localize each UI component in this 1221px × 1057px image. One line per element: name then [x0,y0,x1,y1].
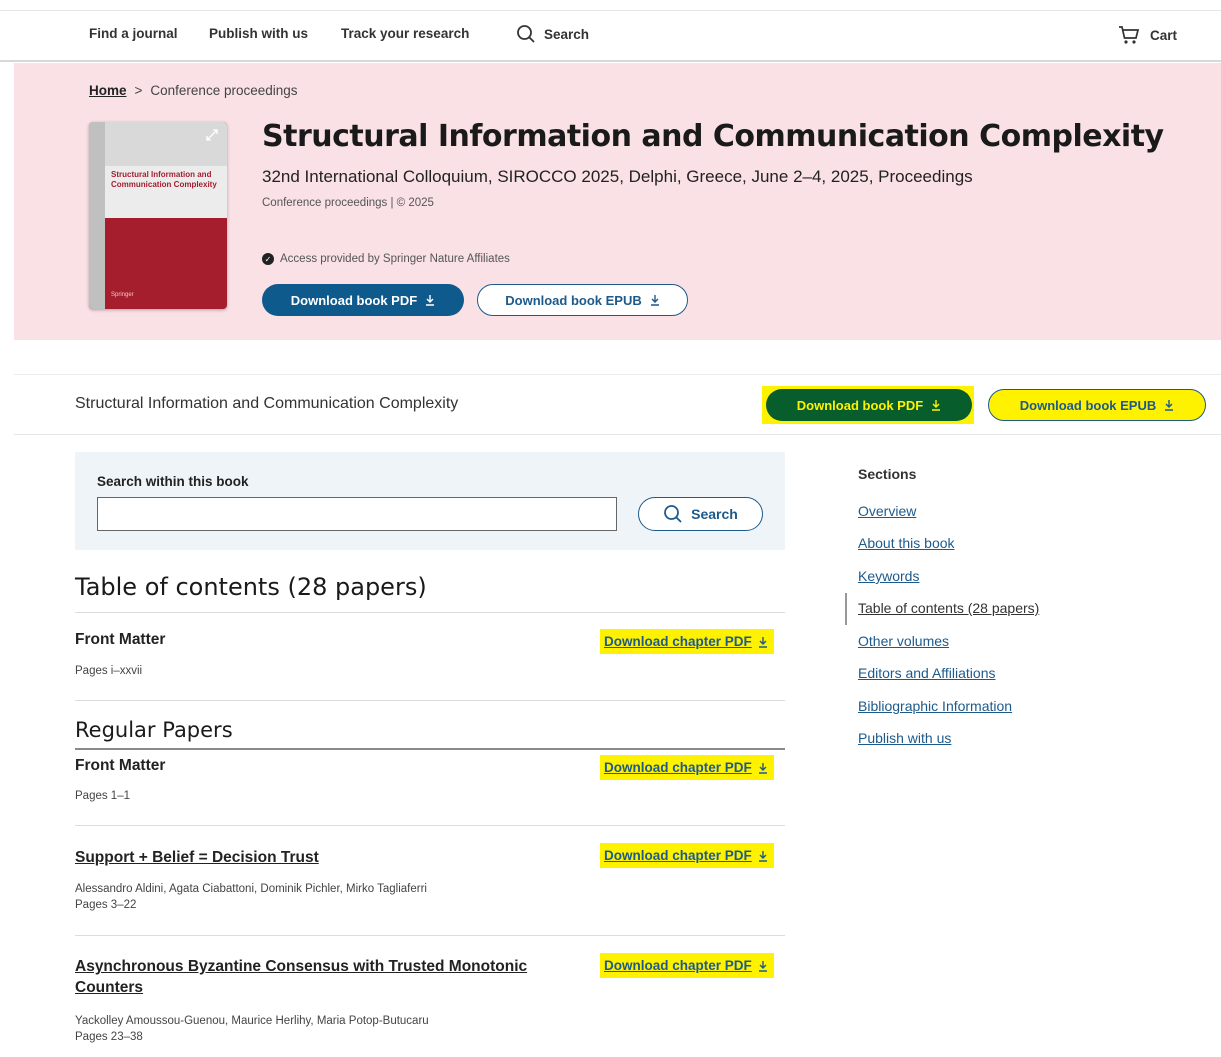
divider [75,612,785,613]
sections-heading: Sections [858,466,917,482]
section-link-editors[interactable]: Editors and Affiliations [858,665,996,681]
check-icon: ✓ [262,253,274,265]
download-chapter-pdf-link[interactable]: Download chapter PDF [600,953,774,978]
download-chapter-label: Download chapter PDF [604,634,752,649]
chapter-pages: Pages 3–22 [75,899,137,911]
section-link-bibliographic[interactable]: Bibliographic Information [858,698,1012,714]
sticky-book-bar: Structural Information and Communication… [14,374,1221,435]
cart-label: Cart [1150,27,1178,43]
search-icon [516,24,536,44]
sticky-book-title: Structural Information and Communication… [75,395,459,412]
nav-search-label: Search [544,26,590,42]
download-book-epub-button[interactable]: Download book EPUB [477,284,688,316]
search-within-button[interactable]: Search [638,497,763,531]
download-icon [931,399,941,411]
section-link-other-volumes[interactable]: Other volumes [858,633,949,649]
download-icon [425,294,435,306]
nav-track-research[interactable]: Track your research [341,26,469,41]
expand-icon[interactable] [205,128,219,142]
chapter-authors: Yackolley Amoussou-Guenou, Maurice Herli… [75,1015,429,1027]
access-note: ✓ Access provided by Springer Nature Aff… [262,253,510,265]
cover-publisher: Springer [111,292,134,298]
cover-title: Structural Information and Communication… [111,170,217,189]
download-icon [758,636,768,648]
book-cover[interactable]: Structural Information and Communication… [89,122,227,309]
chapter-pages: Pages 1–1 [75,790,130,802]
search-icon [663,504,683,524]
chapter-title: Front Matter [75,757,166,774]
download-epub-label: Download book EPUB [505,292,642,308]
book-subtitle: 32nd International Colloquium, SIROCCO 2… [262,167,973,186]
sticky-download-epub-label: Download book EPUB [1019,397,1157,413]
download-chapter-pdf-link[interactable]: Download chapter PDF [600,843,774,868]
nav-find-journal[interactable]: Find a journal [89,26,178,41]
download-book-pdf-button[interactable]: Download book PDF [262,284,464,316]
divider [75,700,785,701]
sticky-download-pdf-label: Download book PDF [796,397,924,413]
active-section-indicator [845,593,847,625]
chapter-pages: Pages 23–38 [75,1031,143,1043]
download-icon [758,960,768,972]
access-text: Access provided by Springer Nature Affil… [280,253,510,265]
top-navigation: Find a journal Publish with us Track you… [0,10,1221,62]
cart-button[interactable]: Cart [1118,25,1177,45]
section-link-keywords[interactable]: Keywords [858,568,919,584]
sticky-download-pdf-button[interactable]: Download book PDF [766,389,972,421]
section-link-toc[interactable]: Table of contents (28 papers) [858,600,1039,616]
download-icon [758,762,768,774]
download-chapter-pdf-link[interactable]: Download chapter PDF [600,755,774,780]
download-icon [650,294,660,306]
download-chapter-label: Download chapter PDF [604,760,752,775]
search-within-button-label: Search [691,506,738,522]
divider [75,935,785,936]
search-within-label: Search within this book [97,474,249,489]
search-within-input[interactable] [97,497,617,531]
section-divider [75,748,785,750]
chapter-authors: Alessandro Aldini, Agata Ciabattoni, Dom… [75,883,427,895]
toc-heading: Table of contents (28 papers) [75,573,427,601]
download-chapter-label: Download chapter PDF [604,958,752,973]
book-hero: Home > Conference proceedings Structural… [14,63,1221,340]
front-matter-title: Front Matter [75,631,166,648]
breadcrumb-current: Conference proceedings [150,83,298,98]
search-within-book: Search within this book Search [75,452,785,550]
chapter-title-link[interactable]: Asynchronous Byzantine Consensus with Tr… [75,956,575,998]
breadcrumb: Home > Conference proceedings [89,83,298,98]
cart-icon [1118,25,1140,45]
section-regular-papers: Regular Papers [75,718,233,742]
nav-search-button[interactable]: Search [516,24,589,44]
cover-side-stripe [89,122,105,309]
breadcrumb-separator: > [134,83,143,98]
chapter-title-link[interactable]: Support + Belief = Decision Trust [75,847,575,868]
download-icon [758,850,768,862]
nav-publish[interactable]: Publish with us [209,26,308,41]
download-pdf-label: Download book PDF [290,292,418,308]
book-title: Structural Information and Communication… [262,119,1164,154]
section-link-publish[interactable]: Publish with us [858,730,951,746]
breadcrumb-home[interactable]: Home [89,83,127,98]
front-matter-pages: Pages i–xxvii [75,665,143,677]
download-chapter-label: Download chapter PDF [604,848,752,863]
section-link-about[interactable]: About this book [858,535,955,551]
sticky-download-epub-button[interactable]: Download book EPUB [988,389,1206,421]
divider [75,825,785,826]
download-chapter-pdf-link[interactable]: Download chapter PDF [600,629,774,654]
download-icon [1164,399,1174,411]
section-link-overview[interactable]: Overview [858,503,916,519]
book-meta: Conference proceedings | © 2025 [262,197,434,209]
